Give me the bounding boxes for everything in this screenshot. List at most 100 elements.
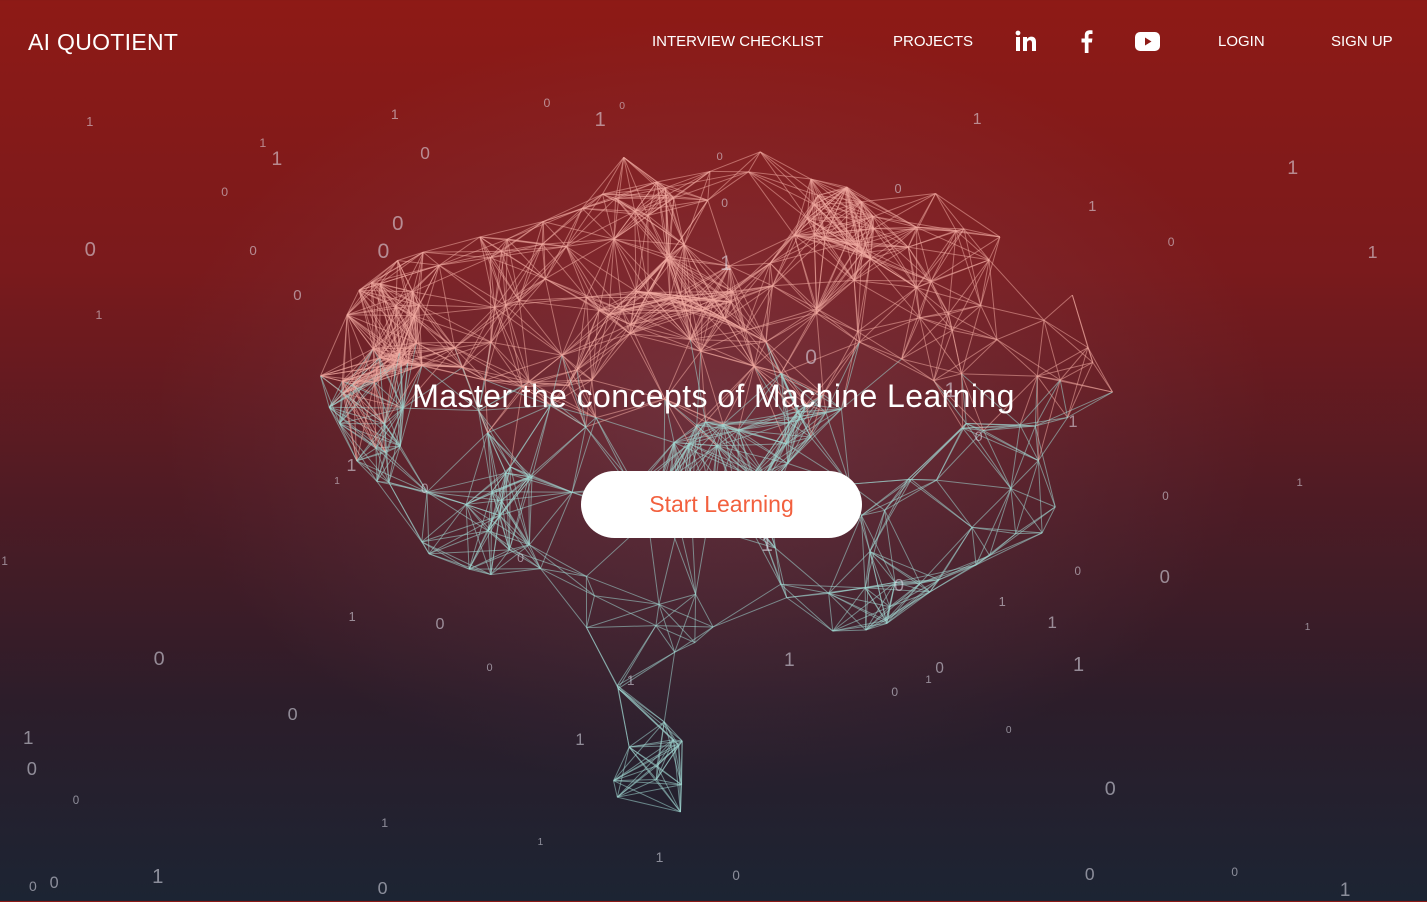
network-edge: [529, 405, 550, 477]
network-edge: [614, 781, 618, 797]
logo[interactable]: AI QUOTIENT: [28, 29, 178, 56]
linkedin-icon[interactable]: [1015, 30, 1037, 57]
network-edge: [854, 280, 931, 281]
network-edge: [920, 305, 981, 317]
network-edge: [587, 626, 656, 628]
network-edge: [1060, 348, 1088, 380]
floating-digit: 1: [152, 866, 163, 889]
top-nav: AI QUOTIENT INTERVIEW CHECKLIST PROJECTS…: [0, 0, 1427, 85]
network-edge: [664, 652, 674, 722]
network-edge: [766, 263, 770, 342]
hero-title: Master the concepts of Machine Learning: [0, 378, 1427, 415]
network-edge: [713, 584, 781, 627]
floating-digit: 1: [1, 555, 8, 568]
nav-signup[interactable]: SIGN UP: [1331, 33, 1393, 50]
network-edge: [684, 200, 708, 244]
network-edge: [989, 260, 997, 340]
network-edge: [760, 152, 807, 219]
floating-digit: 1: [391, 106, 399, 122]
floating-digit: 0: [895, 182, 902, 196]
network-edge: [981, 260, 989, 306]
network-edge: [859, 342, 901, 359]
network-edge: [491, 569, 541, 575]
network-edge: [696, 594, 713, 627]
network-edge: [754, 342, 766, 366]
network-edge: [509, 467, 510, 550]
network-edge: [659, 594, 696, 604]
floating-digit: 0: [732, 868, 739, 883]
floating-digit: 0: [221, 185, 228, 199]
network-edge: [997, 320, 1044, 339]
network-edge: [817, 309, 860, 342]
network-edge: [829, 593, 833, 631]
start-learning-button[interactable]: Start Learning: [581, 471, 862, 538]
network-edge: [506, 239, 508, 305]
network-edge: [492, 492, 572, 493]
nav-interview-checklist[interactable]: INTERVIEW CHECKLIST: [652, 33, 823, 50]
floating-digit: 1: [1340, 880, 1351, 902]
floating-digit: 1: [1068, 413, 1077, 432]
network-edge: [519, 301, 529, 382]
floating-digit: 1: [349, 610, 356, 624]
network-edge: [870, 479, 911, 551]
network-edge: [529, 545, 594, 596]
floating-digit: 1: [347, 455, 357, 476]
network-edge: [695, 594, 696, 642]
network-edge: [858, 332, 902, 359]
floating-digit: 1: [1073, 654, 1084, 677]
youtube-icon[interactable]: [1135, 32, 1160, 56]
network-edge: [920, 318, 997, 340]
floating-digit: 1: [1305, 622, 1311, 633]
network-edge: [962, 305, 981, 373]
network-edge: [1038, 461, 1042, 533]
floating-digit: 0: [935, 660, 943, 677]
network-edge: [469, 569, 540, 570]
network-edge: [541, 492, 573, 568]
floating-digit: 0: [436, 615, 445, 634]
floating-digit: 0: [721, 196, 728, 210]
network-edge: [1044, 295, 1072, 320]
floating-digit: 0: [487, 662, 493, 674]
network-edge: [359, 290, 379, 357]
network-edge: [480, 222, 543, 237]
network-edge: [542, 239, 614, 244]
network-edge: [1011, 489, 1016, 534]
network-edge: [911, 428, 962, 479]
floating-digit: 0: [716, 151, 722, 163]
network-edge: [614, 779, 657, 780]
network-edge: [659, 604, 713, 627]
floating-digit: 0: [85, 239, 96, 262]
network-edge: [989, 260, 1044, 320]
network-edge: [587, 604, 659, 627]
network-edge: [566, 247, 636, 292]
network-edge: [586, 576, 659, 604]
floating-digit: 0: [1074, 565, 1080, 578]
network-edge: [377, 481, 427, 492]
network-edge: [936, 480, 1010, 488]
network-edge: [656, 604, 659, 625]
network-edge: [861, 480, 936, 515]
floating-digit: 1: [334, 476, 340, 487]
network-edge: [781, 584, 866, 588]
floating-digit: 0: [1006, 725, 1012, 736]
facebook-icon[interactable]: [1080, 30, 1093, 58]
network-edge: [630, 334, 690, 340]
network-edge: [541, 569, 587, 628]
network-edge: [817, 309, 858, 332]
floating-digit: 1: [999, 594, 1006, 609]
network-edge: [870, 247, 908, 259]
floating-digit: 0: [894, 575, 904, 596]
network-edge: [491, 515, 500, 574]
network-edge: [507, 222, 543, 240]
network-edge: [870, 510, 885, 551]
nav-login[interactable]: LOGIN: [1218, 33, 1265, 50]
network-edge: [617, 740, 673, 797]
network-edge: [543, 222, 614, 240]
network-edge: [781, 584, 833, 631]
network-edge: [760, 152, 818, 196]
floating-digit: 1: [1287, 157, 1298, 180]
floating-digit: 0: [1168, 235, 1175, 249]
floating-digit: 1: [720, 251, 732, 276]
nav-projects[interactable]: PROJECTS: [893, 33, 973, 50]
floating-digit: 0: [1085, 864, 1095, 885]
